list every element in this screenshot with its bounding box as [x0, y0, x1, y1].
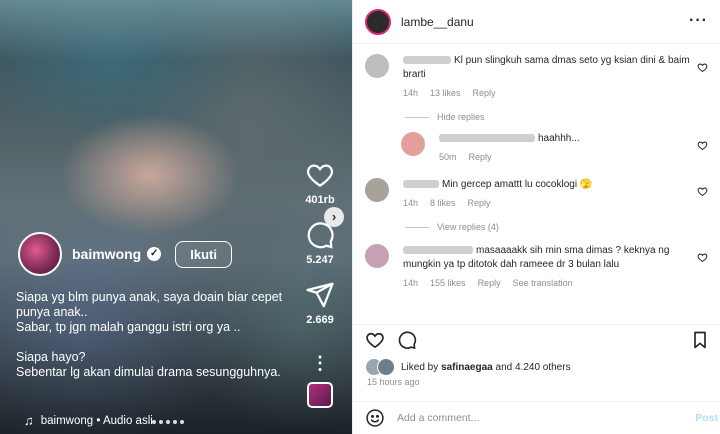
- comment-meta: 50m Reply: [439, 150, 669, 164]
- comment-likes[interactable]: 8 likes: [430, 196, 456, 210]
- audio-link[interactable]: ♫ baimwong • Audio asli: [24, 413, 153, 428]
- comment-icon[interactable]: [305, 220, 335, 250]
- liker-avatar[interactable]: [377, 358, 395, 376]
- comment-likes[interactable]: 155 likes: [430, 276, 466, 290]
- share-icon[interactable]: [305, 280, 335, 310]
- commenter-name-redacted[interactable]: [403, 180, 439, 189]
- comment-list[interactable]: Kl pun slingkuh sama dmas seto yg ksian …: [353, 54, 720, 290]
- caption-line: Sabar, tp jgn malah ganggu istri org ya …: [16, 320, 241, 334]
- follow-button[interactable]: Ikuti: [175, 240, 232, 268]
- comment-text: haahhh...: [538, 133, 580, 144]
- comment-time: 14h: [403, 88, 419, 98]
- commenter-avatar[interactable]: [365, 54, 389, 78]
- divider: [405, 226, 429, 228]
- reel-video[interactable]: baimwong ✓ Ikuti Siapa yg blm punya anak…: [0, 0, 352, 434]
- reel-actions: 401rb 5.247 2.669 ⋮: [300, 160, 340, 408]
- comment-meta: 14h 155 likes Reply See translation: [403, 276, 699, 290]
- commenter-name-redacted[interactable]: [403, 56, 451, 65]
- comment-time: 14h: [403, 198, 419, 208]
- author-avatar[interactable]: [18, 232, 62, 276]
- pager-dot: [180, 420, 184, 424]
- comment-item: masaaaakk sih min sma dimas ? keknya ng …: [365, 244, 708, 290]
- slide-pager: [152, 420, 187, 424]
- account-avatar[interactable]: [365, 8, 391, 35]
- panel-header: lambe__danu ···: [353, 0, 720, 44]
- music-note-icon: ♫: [24, 413, 34, 428]
- emoji-icon[interactable]: [365, 408, 385, 428]
- reel-author: baimwong ✓ Ikuti: [18, 232, 232, 276]
- video-backdrop: [0, 0, 352, 60]
- liked-by-prefix: Liked by: [401, 361, 442, 373]
- toggle-label: Hide replies: [437, 112, 485, 122]
- see-translation-link[interactable]: See translation: [513, 276, 573, 290]
- heart-icon[interactable]: [305, 160, 335, 190]
- caption-line: Siapa hayo?: [16, 350, 86, 364]
- heart-icon[interactable]: [697, 140, 708, 151]
- comment-time: 50m: [439, 152, 457, 162]
- hide-replies-toggle[interactable]: Hide replies: [405, 112, 708, 122]
- liked-by: Liked by safinaegaa and 4.240 others: [365, 358, 571, 376]
- commenter-avatar[interactable]: [401, 132, 425, 156]
- heart-icon[interactable]: [697, 186, 708, 197]
- add-comment-input[interactable]: Add a comment...: [397, 412, 479, 424]
- divider: [405, 116, 429, 118]
- reply-button[interactable]: Reply: [469, 150, 492, 164]
- liked-by-text: Liked by safinaegaa and 4.240 others: [401, 362, 571, 373]
- share-count: 2.669: [306, 314, 334, 326]
- like-count: 401rb: [305, 194, 335, 206]
- comment-likes[interactable]: 13 likes: [430, 86, 461, 100]
- reply-button[interactable]: Reply: [468, 196, 491, 210]
- heart-icon[interactable]: [697, 252, 708, 263]
- caption-line: Sebentar lg akan dimulai drama sesungguh…: [16, 365, 281, 379]
- pager-dot: [152, 420, 156, 424]
- post-actions: [353, 324, 720, 354]
- commenter-name-redacted[interactable]: [403, 246, 473, 255]
- liked-by-user[interactable]: safinaegaa: [441, 362, 493, 373]
- more-options-icon[interactable]: ···: [689, 12, 708, 30]
- liked-by-suffix[interactable]: and 4.240 others: [493, 362, 571, 373]
- audio-label: baimwong • Audio asli: [40, 414, 153, 427]
- add-comment-bar: Add a comment... Post: [353, 401, 720, 434]
- caption-line: Siapa yg blm punya anak, saya doain biar…: [16, 290, 283, 319]
- reel-caption: Siapa yg blm punya anak, saya doain biar…: [16, 290, 284, 380]
- pager-dot: [159, 420, 163, 424]
- commenter-avatar[interactable]: [365, 178, 389, 202]
- comment-count: 5.247: [306, 254, 334, 266]
- verified-icon: ✓: [147, 247, 162, 261]
- commenter-name-redacted[interactable]: [439, 134, 535, 143]
- comments-panel: lambe__danu ··· Kl pun slingkuh sama dma…: [352, 0, 720, 434]
- view-replies-toggle[interactable]: View replies (4): [405, 222, 708, 232]
- comment-item: Min gercep amattt lu cocoklogi 🫣 14h 8 l…: [365, 178, 708, 210]
- heart-icon[interactable]: [697, 62, 708, 73]
- account-username[interactable]: lambe__danu: [401, 15, 474, 29]
- pager-dot: [166, 420, 170, 424]
- reply-item: haahhh... 50m Reply: [401, 132, 708, 164]
- author-name[interactable]: baimwong: [72, 246, 141, 262]
- reply-button[interactable]: Reply: [478, 276, 501, 290]
- post-button[interactable]: Post: [695, 412, 718, 424]
- commenter-avatar[interactable]: [365, 244, 389, 268]
- audio-thumbnail[interactable]: [307, 382, 333, 408]
- comment-meta: 14h 8 likes Reply: [403, 196, 693, 210]
- reply-button[interactable]: Reply: [473, 86, 496, 100]
- bookmark-icon[interactable]: [690, 330, 710, 350]
- heart-icon[interactable]: [365, 330, 385, 350]
- comment-icon[interactable]: [397, 330, 417, 350]
- comment-meta: 14h 13 likes Reply: [403, 86, 693, 100]
- more-icon[interactable]: ⋮: [311, 354, 329, 372]
- pager-dot: [173, 420, 177, 424]
- comment-text: Min gercep amattt lu cocoklogi 🫣: [442, 179, 593, 190]
- comment-time: 14h: [403, 278, 419, 288]
- post-timestamp: 15 hours ago: [367, 377, 420, 387]
- comment-item: Kl pun slingkuh sama dmas seto yg ksian …: [365, 54, 708, 100]
- toggle-label: View replies (4): [437, 222, 499, 232]
- instagram-reel-view: baimwong ✓ Ikuti Siapa yg blm punya anak…: [0, 0, 720, 434]
